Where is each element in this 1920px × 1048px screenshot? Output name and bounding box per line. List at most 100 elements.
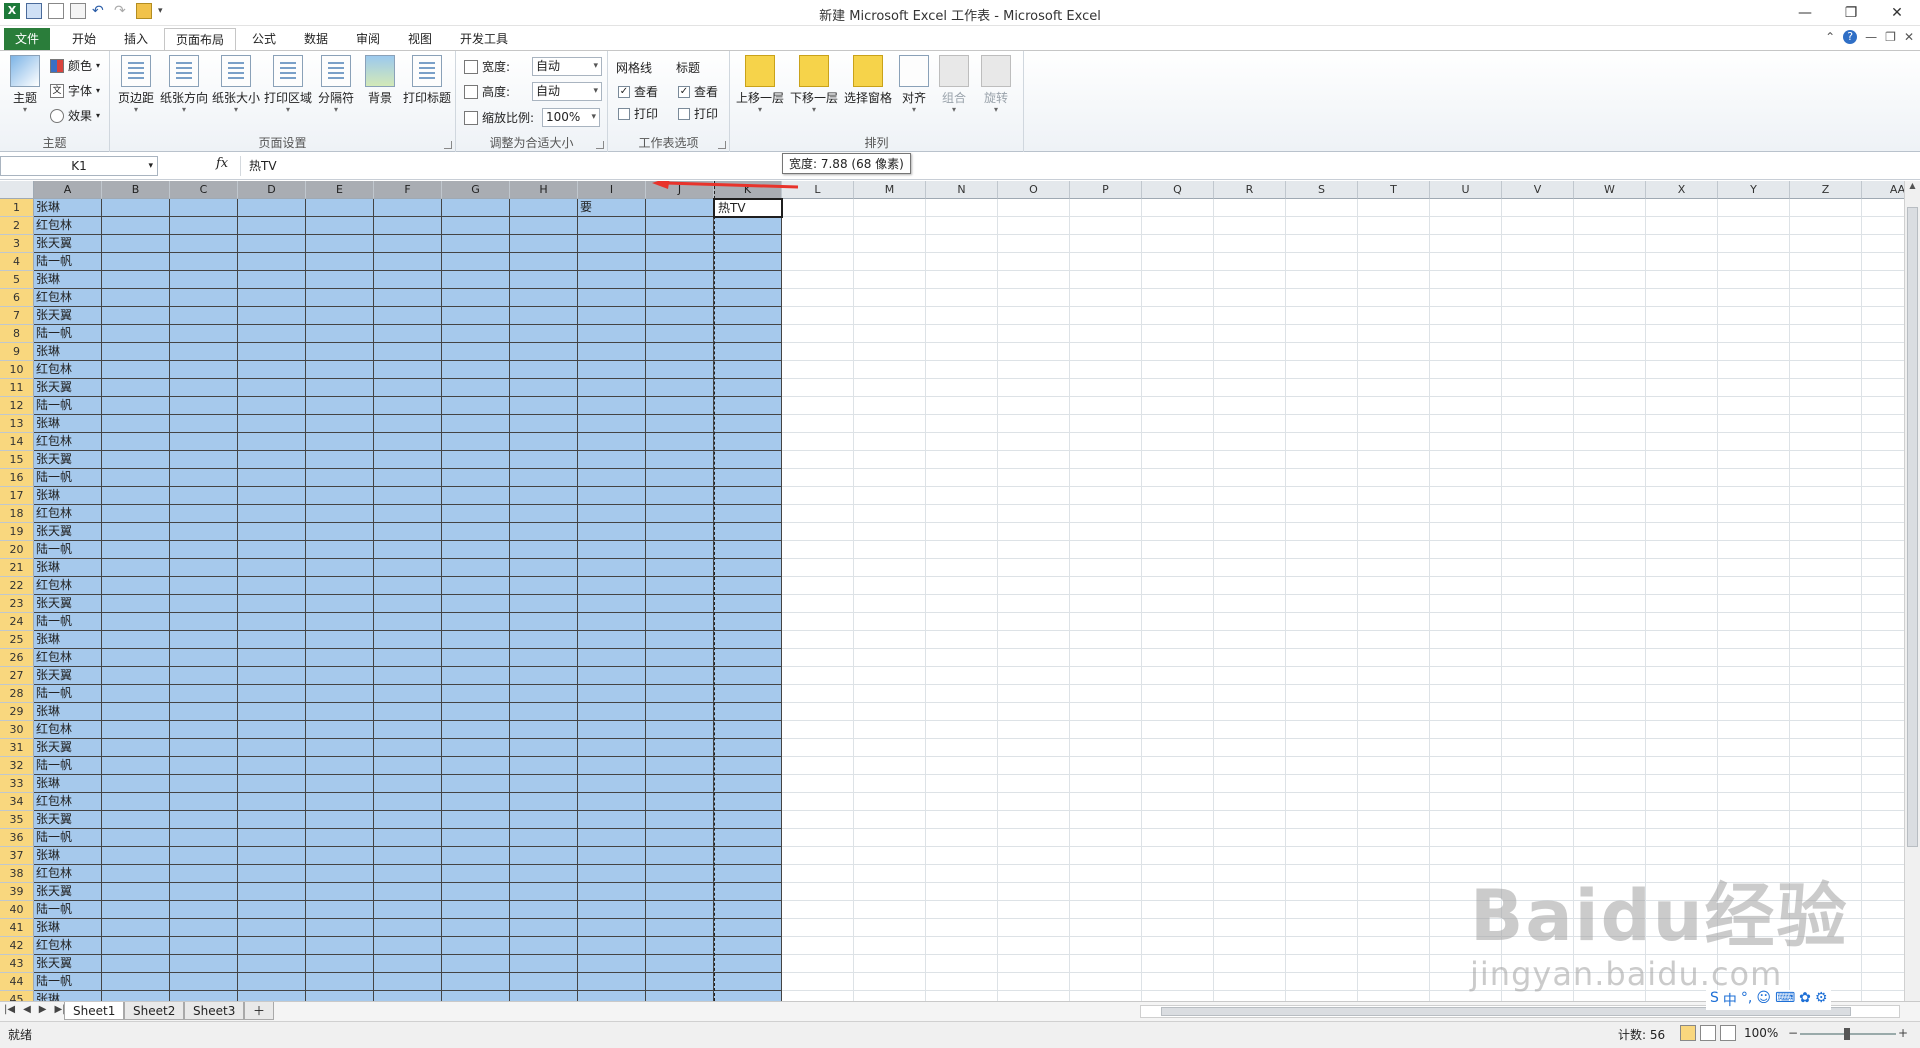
cell-s3[interactable] (1286, 235, 1358, 253)
cell-j12[interactable] (646, 397, 714, 415)
cell-b8[interactable] (102, 325, 170, 343)
cell-aa28[interactable] (1862, 685, 1908, 703)
column-header-m[interactable]: M (854, 181, 926, 199)
cell-a28[interactable]: 陆一帆 (34, 685, 102, 703)
cell-f21[interactable] (374, 559, 442, 577)
row-header[interactable]: 36 (0, 829, 34, 847)
cell-q3[interactable] (1142, 235, 1214, 253)
cell-d38[interactable] (238, 865, 306, 883)
cell-d21[interactable] (238, 559, 306, 577)
cell-n40[interactable] (926, 901, 998, 919)
cell-e5[interactable] (306, 271, 374, 289)
cell-c9[interactable] (170, 343, 238, 361)
cell-f20[interactable] (374, 541, 442, 559)
cell-w27[interactable] (1574, 667, 1646, 685)
breaks-button[interactable]: 分隔符 ▾ (314, 55, 358, 114)
cell-l39[interactable] (782, 883, 854, 901)
cell-s43[interactable] (1286, 955, 1358, 973)
cell-p32[interactable] (1070, 757, 1142, 775)
zoom-knob[interactable] (1844, 1028, 1850, 1040)
cell-r10[interactable] (1214, 361, 1286, 379)
cell-j16[interactable] (646, 469, 714, 487)
ime-tools-icon[interactable]: ✿ (1799, 990, 1811, 1010)
cell-i40[interactable] (578, 901, 646, 919)
cell-b34[interactable] (102, 793, 170, 811)
cell-z14[interactable] (1790, 433, 1862, 451)
cell-m36[interactable] (854, 829, 926, 847)
cell-p16[interactable] (1070, 469, 1142, 487)
cell-d5[interactable] (238, 271, 306, 289)
cell-k24[interactable] (714, 613, 782, 631)
cell-a6[interactable]: 红包林 (34, 289, 102, 307)
cell-x36[interactable] (1646, 829, 1718, 847)
cell-p15[interactable] (1070, 451, 1142, 469)
cell-y13[interactable] (1718, 415, 1790, 433)
cell-a11[interactable]: 张天翼 (34, 379, 102, 397)
cell-p3[interactable] (1070, 235, 1142, 253)
cell-y43[interactable] (1718, 955, 1790, 973)
cell-u33[interactable] (1430, 775, 1502, 793)
cell-t13[interactable] (1358, 415, 1430, 433)
cell-a44[interactable]: 陆一帆 (34, 973, 102, 991)
cell-q15[interactable] (1142, 451, 1214, 469)
cell-b7[interactable] (102, 307, 170, 325)
cell-p19[interactable] (1070, 523, 1142, 541)
cell-z23[interactable] (1790, 595, 1862, 613)
cell-f40[interactable] (374, 901, 442, 919)
cell-i29[interactable] (578, 703, 646, 721)
cell-d22[interactable] (238, 577, 306, 595)
cell-d10[interactable] (238, 361, 306, 379)
cell-t5[interactable] (1358, 271, 1430, 289)
cell-m32[interactable] (854, 757, 926, 775)
cell-c24[interactable] (170, 613, 238, 631)
cell-c34[interactable] (170, 793, 238, 811)
cell-i32[interactable] (578, 757, 646, 775)
cell-q37[interactable] (1142, 847, 1214, 865)
cell-c21[interactable] (170, 559, 238, 577)
cell-f12[interactable] (374, 397, 442, 415)
cell-i23[interactable] (578, 595, 646, 613)
cell-w41[interactable] (1574, 919, 1646, 937)
cell-c5[interactable] (170, 271, 238, 289)
cell-s23[interactable] (1286, 595, 1358, 613)
cell-z8[interactable] (1790, 325, 1862, 343)
cell-v40[interactable] (1502, 901, 1574, 919)
cell-c23[interactable] (170, 595, 238, 613)
cell-x9[interactable] (1646, 343, 1718, 361)
cell-q1[interactable] (1142, 199, 1214, 217)
cell-f35[interactable] (374, 811, 442, 829)
row-header[interactable]: 30 (0, 721, 34, 739)
cell-m19[interactable] (854, 523, 926, 541)
ime-emoji-icon[interactable]: ☺ (1756, 990, 1771, 1010)
cell-z30[interactable] (1790, 721, 1862, 739)
cell-y8[interactable] (1718, 325, 1790, 343)
cell-h19[interactable] (510, 523, 578, 541)
cell-aa7[interactable] (1862, 307, 1908, 325)
row-header[interactable]: 3 (0, 235, 34, 253)
cell-x11[interactable] (1646, 379, 1718, 397)
cell-y32[interactable] (1718, 757, 1790, 775)
cell-j14[interactable] (646, 433, 714, 451)
cell-x29[interactable] (1646, 703, 1718, 721)
cell-z27[interactable] (1790, 667, 1862, 685)
row-header[interactable]: 33 (0, 775, 34, 793)
cell-n35[interactable] (926, 811, 998, 829)
cell-o6[interactable] (998, 289, 1070, 307)
cell-f4[interactable] (374, 253, 442, 271)
cell-f7[interactable] (374, 307, 442, 325)
cell-z9[interactable] (1790, 343, 1862, 361)
cell-p23[interactable] (1070, 595, 1142, 613)
cell-r16[interactable] (1214, 469, 1286, 487)
cell-h18[interactable] (510, 505, 578, 523)
cell-w40[interactable] (1574, 901, 1646, 919)
cell-r25[interactable] (1214, 631, 1286, 649)
cell-k43[interactable] (714, 955, 782, 973)
cell-d8[interactable] (238, 325, 306, 343)
cell-aa5[interactable] (1862, 271, 1908, 289)
cell-p28[interactable] (1070, 685, 1142, 703)
cell-k16[interactable] (714, 469, 782, 487)
cell-o1[interactable] (998, 199, 1070, 217)
cell-z2[interactable] (1790, 217, 1862, 235)
cell-aa38[interactable] (1862, 865, 1908, 883)
cell-h21[interactable] (510, 559, 578, 577)
